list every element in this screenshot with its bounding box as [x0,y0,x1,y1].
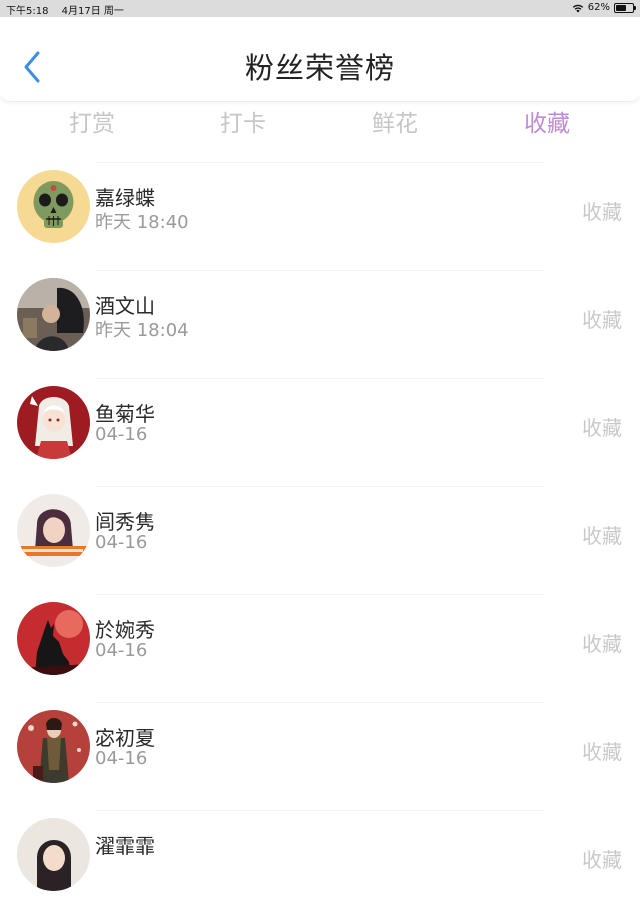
fan-name: 宓初夏 [95,726,155,750]
anime-character-avatar [17,386,90,459]
fan-name: 濯霏霏 [95,834,155,858]
girl-portrait-avatar [17,494,90,567]
divider [95,378,545,379]
portrait-avatar [17,818,90,891]
fan-action: 收藏 [582,524,622,548]
fan-name: 嘉绿蝶 [95,186,155,210]
fan-time: 04-16 [95,748,148,769]
battery-icon [614,2,636,13]
battery-nub [634,5,636,10]
fan-action: 收藏 [582,848,622,872]
fan-time: 04-16 [95,532,148,553]
fan-name: 鱼菊华 [95,402,155,426]
tab-checkin[interactable]: 打卡 [220,104,266,138]
list-item[interactable]: 濯霏霏 收藏 [0,810,640,918]
fan-name: 闾秀隽 [95,510,155,534]
navigation-bar: 粉丝荣誉榜 [0,17,640,102]
fan-time: 04-16 [95,424,148,445]
fan-action: 收藏 [582,416,622,440]
status-date: 4月17日 周一 [61,6,124,17]
list-item[interactable]: 於婉秀 04-16 收藏 [0,594,640,702]
fan-name: 於婉秀 [95,618,155,642]
fan-action: 收藏 [582,632,622,656]
fan-action: 收藏 [582,308,622,332]
battery-percent: 62% [587,2,610,13]
list-item[interactable]: 嘉绿蝶 昨天 18:40 收藏 [0,162,640,270]
tab-favorites[interactable]: 收藏 [524,104,570,138]
divider [95,162,545,163]
avatar[interactable] [17,278,90,351]
list-item[interactable]: 酒文山 昨天 18:04 收藏 [0,270,640,378]
list-item[interactable]: 闾秀隽 04-16 收藏 [0,486,640,594]
wifi-icon [572,4,583,12]
avatar[interactable] [17,494,90,567]
avatar[interactable] [17,818,90,891]
fan-action: 收藏 [582,740,622,764]
tab-bar: 打赏 打卡 鲜花 收藏 [0,104,640,144]
divider [95,594,545,595]
fan-name: 酒文山 [95,294,155,318]
avatar[interactable] [17,386,90,459]
tab-tip[interactable]: 打赏 [69,104,115,138]
status-bar: 下午5:18 4月17日 周一 62% [0,0,640,17]
list-item[interactable]: 鱼菊华 04-16 收藏 [0,378,640,486]
fan-time: 昨天 18:40 [95,212,189,233]
divider [95,810,545,811]
divider [95,270,545,271]
costume-figure-avatar [17,710,90,783]
status-right: 62% [572,2,636,13]
battery-fill [616,4,626,11]
fan-time: 04-16 [95,640,148,661]
list-item[interactable]: 宓初夏 04-16 收藏 [0,702,640,810]
status-time: 下午5:18 [6,6,49,17]
sugar-skull-avatar [17,170,90,243]
avatar[interactable] [17,602,90,675]
page-title: 粉丝荣誉榜 [244,51,395,85]
status-left: 下午5:18 4月17日 周一 [6,2,134,17]
tab-flowers[interactable]: 鲜花 [372,104,418,138]
avatar[interactable] [17,710,90,783]
avatar[interactable] [17,170,90,243]
wolf-silhouette-avatar [17,602,90,675]
person-photo-avatar [17,278,90,351]
fan-time: 昨天 18:04 [95,320,189,341]
fan-action: 收藏 [582,200,622,224]
divider [95,702,545,703]
divider [95,486,545,487]
